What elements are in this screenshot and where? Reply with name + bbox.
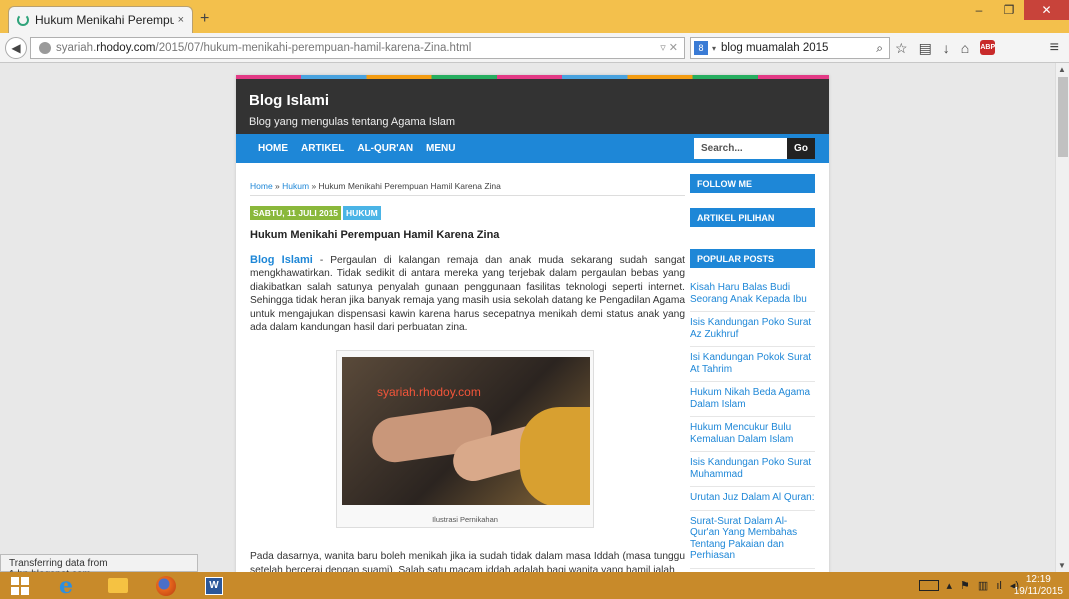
post-figure: syariah.rhodoy.com Ilustrasi Pernikahan <box>336 350 594 529</box>
blog-search-button[interactable]: Go <box>787 138 815 159</box>
clock-date: 19/11/2015 <box>1013 586 1063 597</box>
blog-header: Blog Islami Blog yang mengulas tentang A… <box>236 79 829 134</box>
scrollbar-thumb[interactable] <box>1058 77 1068 157</box>
close-window-icon[interactable]: ✕ <box>1024 0 1069 20</box>
clock-time: 12:19 <box>1025 574 1051 585</box>
breadcrumb-current: Hukum Menikahi Perempuan Hamil Karena Zi… <box>318 181 501 191</box>
file-explorer-icon[interactable] <box>98 573 138 598</box>
popular-post-link[interactable]: Isis Kandungan Poko Surat Az Zukhruf <box>690 312 815 347</box>
toolbar-icons: ☆ ▤ ↓ ⌂ ABP <box>895 40 996 57</box>
nav-artikel[interactable]: ARTIKEL <box>301 143 344 154</box>
search-input-value: blog muamalah 2015 <box>721 42 829 54</box>
search-bar[interactable]: 8 ▾ blog muamalah 2015 ⌕ <box>690 37 890 59</box>
network-icon[interactable]: ▥ <box>978 579 988 592</box>
search-engine-dropdown-icon[interactable]: ▾ <box>712 44 716 53</box>
browser-tab[interactable]: Hukum Menikahi Perempu... × <box>8 6 193 33</box>
search-icon[interactable]: ⌕ <box>876 41 883 56</box>
popular-post-link[interactable]: Urutan Juz Dalam Al Quran: <box>690 487 815 511</box>
action-center-icon[interactable]: ⚑ <box>960 579 970 592</box>
system-tray: ▴ ⚑ ▥ ıl ◂) <box>918 579 1019 592</box>
browser-titlebar: Hukum Menikahi Perempu... × + – ❐ ✕ <box>0 0 1069 33</box>
restore-icon[interactable]: ❐ <box>994 0 1024 20</box>
clock[interactable]: 12:19 19/11/2015 <box>1014 574 1063 598</box>
scroll-up-icon[interactable]: ▲ <box>1058 65 1066 74</box>
window-controls: – ❐ ✕ <box>964 0 1069 20</box>
blog-page: Blog Islami Blog yang mengulas tentang A… <box>236 75 829 572</box>
image-watermark: syariah.rhodoy.com <box>377 385 481 400</box>
windows-logo-icon <box>11 576 29 595</box>
popular-posts-list: Kisah Haru Balas Budi Seorang Anak Kepad… <box>690 277 815 569</box>
popular-post-link[interactable]: Surat-Surat Dalam Al-Qur'an Yang Membaha… <box>690 511 815 569</box>
popular-post-link[interactable]: Isi Kandungan Pokok Surat At Tahrim <box>690 347 815 382</box>
breadcrumb-separator: » <box>272 181 283 191</box>
post-date-badge: SABTU, 11 JULI 2015 <box>250 206 342 220</box>
popular-post-link[interactable]: Isis Kandungan Poko Surat Muhammad <box>690 452 815 487</box>
tab-title: Hukum Menikahi Perempu... <box>35 13 174 27</box>
firefox-icon[interactable] <box>146 573 186 598</box>
word-icon[interactable]: W <box>194 573 234 598</box>
signal-icon[interactable]: ıl <box>996 580 1002 592</box>
blog-title[interactable]: Blog Islami <box>249 92 829 109</box>
minimize-icon[interactable]: – <box>964 0 994 20</box>
breadcrumb: Home » Hukum » Hukum Menikahi Perempuan … <box>250 181 685 196</box>
globe-icon <box>39 42 51 54</box>
windows-taskbar: e W ▴ ⚑ ▥ ıl ◂) 12:19 19/11/2015 <box>0 572 1069 599</box>
popular-post-link[interactable]: Hukum Mencukur Bulu Kemaluan Dalam Islam <box>690 417 815 452</box>
post-paragraph: Pada dasarnya, wanita baru boleh menikah… <box>250 551 685 572</box>
post-title: Hukum Menikahi Perempuan Hamil Karena Zi… <box>250 229 500 241</box>
url-dropdown-and-stop[interactable]: ▿ ✕ <box>660 41 678 54</box>
adblock-icon[interactable]: ABP <box>980 40 996 55</box>
breadcrumb-separator: » <box>309 181 319 191</box>
wedding-ring-image[interactable]: syariah.rhodoy.com <box>342 357 590 506</box>
nav-menu[interactable]: MENU <box>426 143 455 154</box>
reading-list-icon[interactable]: ▤ <box>919 40 932 57</box>
post-category-badge[interactable]: HUKUM <box>343 206 381 220</box>
back-arrow-icon[interactable]: ◀ <box>5 37 27 59</box>
loading-spinner-icon <box>17 14 29 26</box>
widget-title-follow: FOLLOW ME <box>690 174 815 193</box>
keyboard-icon[interactable] <box>918 580 939 591</box>
home-icon[interactable]: ⌂ <box>961 40 969 57</box>
page-viewport: Blog Islami Blog yang mengulas tentang A… <box>0 63 1055 572</box>
popular-post-link[interactable]: Hukum Nikah Beda Agama Dalam Islam <box>690 382 815 417</box>
post-lead-link[interactable]: Blog Islami <box>250 254 313 266</box>
main-nav: HOME ARTIKEL AL-QUR'AN MENU Search... Go <box>236 134 829 163</box>
breadcrumb-category[interactable]: Hukum <box>282 181 309 191</box>
sleeve-shape <box>520 407 590 506</box>
internet-explorer-icon[interactable]: e <box>46 573 86 599</box>
image-caption: Ilustrasi Pernikahan <box>432 515 498 525</box>
tray-expand-icon[interactable]: ▴ <box>947 579 953 592</box>
vertical-scrollbar[interactable]: ▲ ▼ <box>1055 63 1069 572</box>
sidebar: FOLLOW ME ARTIKEL PILIHAN POPULAR POSTS … <box>690 174 815 569</box>
nav-home[interactable]: HOME <box>258 143 288 154</box>
download-icon[interactable]: ↓ <box>943 40 950 57</box>
nav-al-quran[interactable]: AL-QUR'AN <box>357 143 413 154</box>
post-paragraph-text: - Pergaulan di kalangan remaja dan anak … <box>250 255 685 334</box>
browser-toolbar: ◀ syariah. rhodoy.com/2015/07/hukum-menik… <box>0 33 1069 63</box>
hamburger-menu-icon[interactable]: ≡ <box>1050 39 1059 57</box>
start-button[interactable] <box>0 573 40 598</box>
search-engine-icon[interactable]: 8 <box>694 41 708 55</box>
post-paragraph: Blog Islami - Pergaulan di kalangan rema… <box>250 254 685 334</box>
url-path: /2015/07/hukum-menikahi-perempuan-hamil-… <box>155 42 472 54</box>
widget-title-artikel: ARTIKEL PILIHAN <box>690 208 815 227</box>
status-bar: Transferring data from 1.bp.blogspot.com… <box>0 554 198 580</box>
blog-search-input[interactable]: Search... <box>694 138 787 159</box>
tab-close-icon[interactable]: × <box>178 14 184 26</box>
post-meta: SABTU, 11 JULI 2015 HUKUM <box>250 206 685 220</box>
url-prefix: syariah. <box>56 42 97 54</box>
blog-description: Blog yang mengulas tentang Agama Islam <box>249 116 456 128</box>
bookmark-star-icon[interactable]: ☆ <box>895 40 908 57</box>
scroll-down-icon[interactable]: ▼ <box>1058 561 1066 570</box>
popular-post-link[interactable]: Kisah Haru Balas Budi Seorang Anak Kepad… <box>690 277 815 312</box>
url-domain: rhodoy.com <box>96 42 156 54</box>
post-content: Home » Hukum » Hukum Menikahi Perempuan … <box>250 181 685 572</box>
url-bar[interactable]: syariah. rhodoy.com/2015/07/hukum-menikah… <box>30 37 685 59</box>
new-tab-button[interactable]: + <box>200 10 209 28</box>
widget-title-popular: POPULAR POSTS <box>690 249 815 268</box>
breadcrumb-home[interactable]: Home <box>250 181 273 191</box>
